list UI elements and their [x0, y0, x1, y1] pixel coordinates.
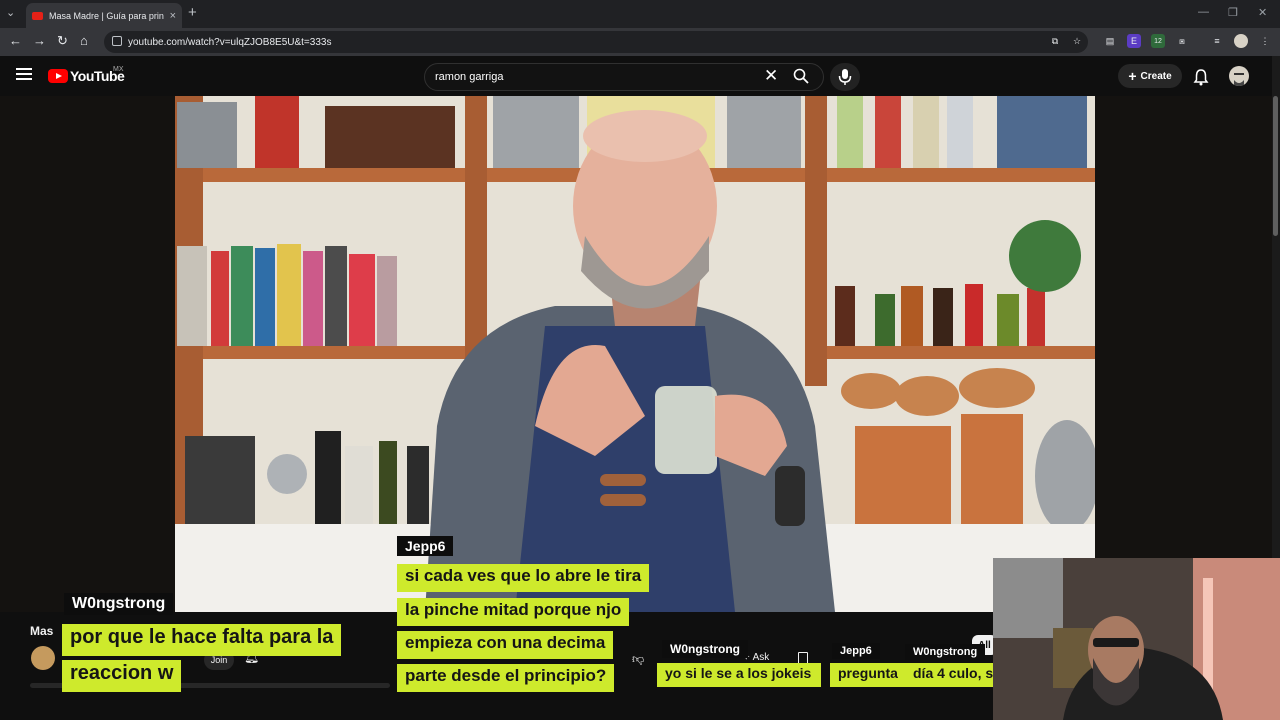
back-icon[interactable]: ←: [9, 33, 22, 48]
close-window-icon[interactable]: ✕: [1258, 6, 1267, 19]
chat-username: W0ngstrong: [64, 593, 174, 615]
chat-message-line: por que le hace falta para la: [62, 624, 342, 656]
voice-search-button[interactable]: [830, 63, 860, 91]
restore-icon[interactable]: ❐: [1228, 6, 1238, 19]
tab-title: Masa Madre | Guía para princip: [49, 10, 164, 21]
create-label: Create: [1140, 70, 1172, 82]
home-icon[interactable]: ⌂: [80, 33, 88, 48]
url-text: youtube.com/watch?v=ulqZJOB8E5U&t=333s: [128, 36, 332, 48]
address-bar[interactable]: youtube.com/watch?v=ulqZJOB8E5U&t=333s: [104, 31, 1088, 53]
browser-tab-active[interactable]: Masa Madre | Guía para princip ×: [26, 3, 182, 28]
tab-list-chevron-icon[interactable]: ⌄: [6, 6, 15, 19]
minimize-icon[interactable]: —: [1198, 6, 1209, 18]
chat-message-line: reaccion w: [62, 660, 182, 692]
search-value: ramon garriga: [435, 71, 504, 83]
streamer-webcam: [993, 558, 1280, 720]
plus-icon: +: [1128, 68, 1137, 84]
chat-message-line: pregunta: [830, 663, 906, 687]
chat-username: Jepp6: [832, 643, 880, 659]
profile-avatar-icon[interactable]: [1234, 34, 1248, 48]
tab-close-icon[interactable]: ×: [170, 10, 176, 22]
youtube-logo-icon[interactable]: [48, 69, 68, 83]
scrollbar-thumb[interactable]: [1273, 96, 1278, 236]
guide-menu-icon[interactable]: [16, 68, 32, 80]
avatar-face-icon: [1234, 73, 1244, 86]
browser-menu-icon[interactable]: ⋮: [1258, 34, 1272, 48]
media-control-icon[interactable]: ≡: [1210, 34, 1224, 48]
ask-label: Ask: [752, 652, 770, 663]
kitchen-scene-image: [175, 96, 1095, 612]
extension-badge-icon[interactable]: 12: [1151, 34, 1165, 48]
chat-username: Jepp6: [397, 536, 454, 556]
browser-tab-bar: ⌄ Masa Madre | Guía para princip × + — ❐…: [0, 0, 1280, 28]
extension-icon[interactable]: ▤: [1103, 34, 1117, 48]
video-title-fragment: Mas: [30, 624, 54, 638]
forward-icon[interactable]: →: [33, 33, 46, 48]
notifications-bell-icon[interactable]: [1193, 68, 1209, 86]
chat-message-line: la pinche mitad porque njo: [397, 598, 630, 626]
dislike-icon[interactable]: 👎︎: [632, 652, 644, 667]
microphone-icon: [838, 69, 852, 85]
site-info-icon[interactable]: [112, 36, 122, 46]
extension-e-icon[interactable]: E: [1127, 34, 1141, 48]
create-button[interactable]: + Create: [1118, 64, 1182, 88]
clear-search-icon[interactable]: ✕: [764, 66, 778, 86]
youtube-favicon-icon: [32, 11, 43, 20]
chat-message-line: yo si le se a los jokeis: [657, 663, 821, 687]
webcam-scene-image: [993, 558, 1280, 720]
channel-avatar[interactable]: [31, 646, 55, 670]
region-code: MX: [113, 66, 124, 73]
chat-message-line: día 4 culo, si es: [905, 663, 995, 687]
chat-message-line: si cada ves que lo abre le tira: [397, 564, 650, 592]
chat-message-line: empieza con una decima: [397, 631, 614, 659]
video-frame[interactable]: [175, 96, 1095, 612]
reload-icon[interactable]: ↻: [57, 33, 68, 49]
install-app-icon[interactable]: ⧉: [1048, 34, 1062, 48]
bookmark-star-icon[interactable]: ☆: [1070, 34, 1084, 48]
extensions-puzzle-icon[interactable]: ⧆: [1175, 34, 1189, 48]
search-icon[interactable]: [792, 67, 810, 85]
chat-username: W0ngstrong: [662, 640, 748, 658]
new-tab-button[interactable]: +: [188, 4, 197, 21]
chat-username: W0ngstrong: [905, 644, 986, 660]
account-avatar[interactable]: [1229, 66, 1249, 86]
chat-message-line: parte desde el principio?: [397, 664, 615, 692]
